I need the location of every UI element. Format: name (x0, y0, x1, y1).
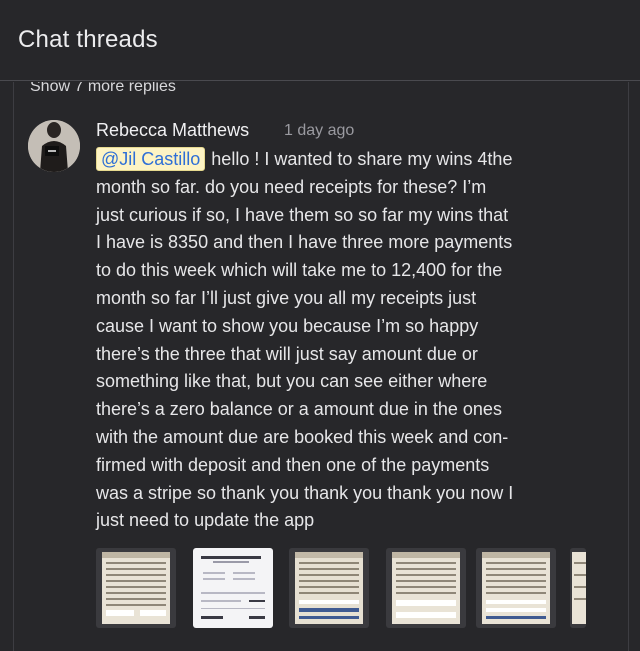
message-line: month so far I’ll just give you all my r… (96, 287, 477, 308)
message-line: there’s a zero balance or a amount due i… (96, 399, 502, 420)
message-timestamp: 1 day ago (284, 122, 355, 139)
message-line-text: hello ! I wanted to share my wins 4the (211, 149, 513, 169)
thread-border-right (628, 82, 629, 651)
thread-panel[interactable]: Show 7 more replies Rebecca Matthews 1 d… (0, 82, 640, 651)
thread-border-left (13, 82, 14, 651)
attachment-thumbnail[interactable] (570, 548, 586, 628)
message-line: just curious if so, I have them so so fa… (96, 204, 509, 225)
message-line: with the amount due are booked this week… (96, 426, 509, 447)
avatar[interactable] (28, 120, 80, 172)
message-author[interactable]: Rebecca Matthews (96, 120, 249, 141)
message-line: just need to update the app (96, 510, 315, 531)
message-line-1: @Jil Castillo hello ! I wanted to share m… (96, 146, 586, 174)
attachment-strip (96, 548, 586, 628)
attachment-thumbnail[interactable] (96, 548, 176, 628)
chat-threads-header: Chat threads (0, 0, 640, 81)
message-line: was a stripe so thank you thank you than… (96, 482, 514, 503)
attachment-thumbnail[interactable] (476, 548, 556, 628)
attachment-thumbnail[interactable] (386, 548, 466, 628)
message-line: I have is 8350 and then I have three mor… (96, 232, 513, 253)
message-line: there’s the three that will just say amo… (96, 343, 478, 364)
attachment-thumbnail[interactable] (193, 548, 273, 628)
message-line: cause I want to show you because I’m so … (96, 315, 479, 336)
page-title: Chat threads (18, 26, 158, 53)
message-line: month so far. do you need receipts for t… (96, 176, 487, 197)
user-mention[interactable]: @Jil Castillo (96, 147, 206, 171)
avatar-photo (28, 120, 80, 172)
message-line: to do this week which will take me to 12… (96, 260, 503, 281)
message-line: something like that, but you can see eit… (96, 371, 488, 392)
show-more-replies-link[interactable]: Show 7 more replies (30, 82, 176, 96)
message-body: @Jil Castillo hello ! I wanted to share m… (96, 146, 586, 535)
message-line: firmed with deposit and then one of the … (96, 454, 490, 475)
attachment-thumbnail[interactable] (289, 548, 369, 628)
